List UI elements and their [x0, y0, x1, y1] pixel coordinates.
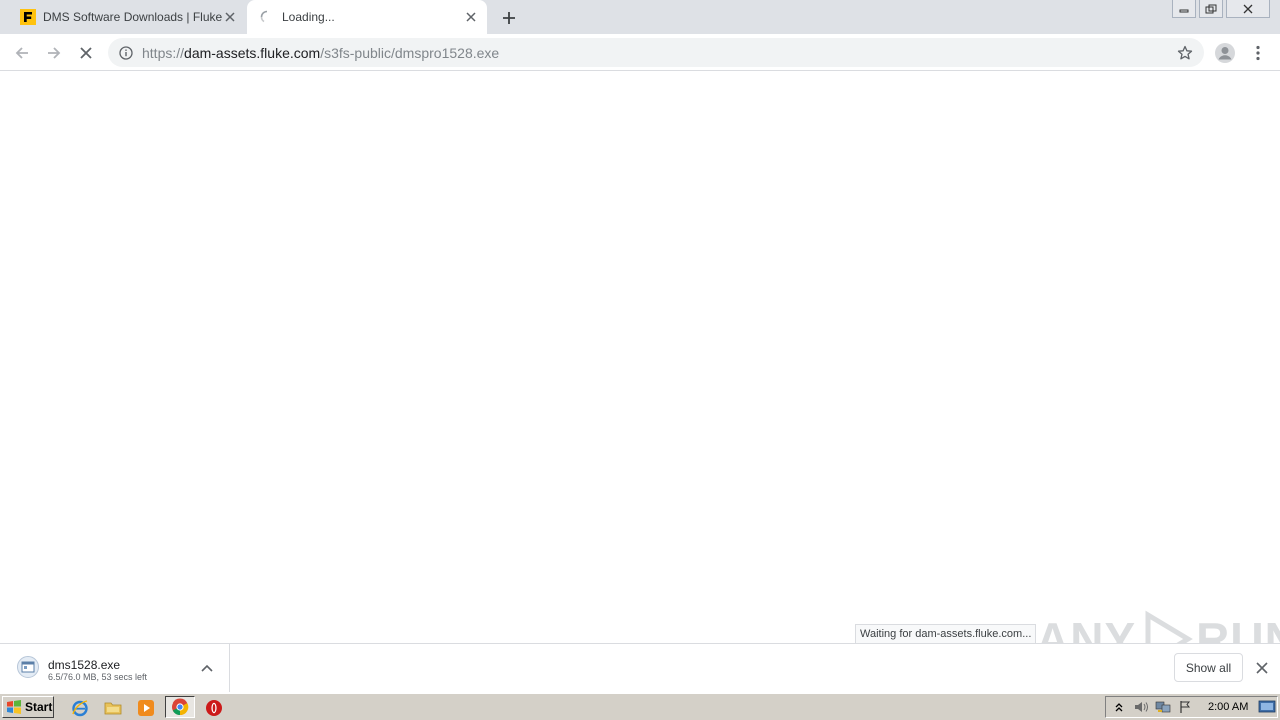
- stop-icon: [80, 47, 92, 59]
- minimize-icon: [1179, 9, 1189, 12]
- page-content: [0, 72, 1280, 643]
- file-explorer-icon[interactable]: [103, 698, 123, 718]
- show-desktop-icon[interactable]: [1258, 699, 1276, 715]
- taskbar-clock: 2:00 AM: [1208, 701, 1249, 713]
- browser-toolbar: https://dam-assets.fluke.com/s3fs-public…: [0, 34, 1280, 71]
- info-icon[interactable]: [118, 45, 134, 61]
- opera-icon[interactable]: [204, 698, 224, 718]
- volume-icon[interactable]: [1132, 698, 1150, 716]
- tab-strip: DMS Software Downloads | Fluke Loading..…: [0, 0, 1280, 34]
- status-bubble: Waiting for dam-assets.fluke.com...: [855, 624, 1037, 643]
- tab-loading[interactable]: Loading...: [247, 0, 487, 34]
- url-text: https://dam-assets.fluke.com/s3fs-public…: [142, 45, 499, 61]
- download-shelf: dms1528.exe 6.5/76.0 MB, 53 secs left Sh…: [0, 643, 1280, 692]
- url-scheme: https://: [142, 44, 185, 61]
- bookmark-star-icon[interactable]: [1176, 44, 1194, 62]
- show-hidden-icons-icon[interactable]: [1110, 698, 1128, 716]
- new-tab-button[interactable]: [498, 7, 520, 29]
- start-label: Start: [25, 700, 53, 714]
- browser-menu-button[interactable]: [1250, 42, 1266, 64]
- close-tab-icon[interactable]: [463, 9, 479, 25]
- kebab-menu-icon: [1256, 45, 1260, 61]
- url-path: /s3fs-public/dmspro1528.exe: [320, 44, 500, 61]
- action-center-flag-icon[interactable]: [1176, 698, 1194, 716]
- close-window-button[interactable]: [1226, 0, 1270, 18]
- close-tab-icon[interactable]: [222, 9, 238, 25]
- tab-title: DMS Software Downloads | Fluke: [43, 10, 222, 24]
- forward-button[interactable]: [41, 40, 67, 66]
- restore-button[interactable]: [1199, 0, 1223, 18]
- back-button[interactable]: [9, 40, 35, 66]
- close-shelf-icon[interactable]: [1254, 660, 1270, 676]
- executable-file-icon: [17, 656, 39, 678]
- chevron-up-icon[interactable]: [199, 660, 215, 676]
- download-progress-text: 6.5/76.0 MB, 53 secs left: [48, 672, 148, 682]
- loading-spinner-icon: [259, 9, 275, 25]
- address-bar[interactable]: https://dam-assets.fluke.com/s3fs-public…: [108, 38, 1204, 67]
- tab-title: Loading...: [282, 10, 335, 24]
- internet-explorer-icon[interactable]: [70, 698, 90, 718]
- window-controls: [1172, 0, 1280, 20]
- download-item[interactable]: dms1528.exe 6.5/76.0 MB, 53 secs left: [0, 644, 230, 692]
- plus-icon: [503, 12, 515, 24]
- arrow-left-icon: [15, 47, 28, 59]
- media-player-icon[interactable]: [136, 698, 156, 718]
- windows-logo-icon: [7, 700, 21, 714]
- url-host: dam-assets.fluke.com: [184, 44, 321, 61]
- chrome-icon[interactable]: [165, 696, 195, 718]
- network-icon[interactable]: [1154, 698, 1172, 716]
- minimize-button[interactable]: [1172, 0, 1196, 18]
- show-all-downloads-button[interactable]: Show all: [1174, 653, 1243, 682]
- restore-icon: [1205, 4, 1217, 13]
- stop-loading-button[interactable]: [73, 40, 99, 66]
- close-icon: [1243, 4, 1253, 13]
- download-filename: dms1528.exe: [48, 658, 121, 672]
- tab-dms-software-downloads[interactable]: DMS Software Downloads | Fluke: [8, 0, 246, 34]
- start-button[interactable]: Start: [2, 696, 54, 718]
- windows-taskbar: Start 2:00 AM: [0, 693, 1280, 720]
- system-tray: [1105, 696, 1278, 718]
- fluke-logo-icon: [20, 9, 36, 25]
- arrow-right-icon: [48, 47, 61, 59]
- profile-avatar-icon[interactable]: [1214, 42, 1236, 64]
